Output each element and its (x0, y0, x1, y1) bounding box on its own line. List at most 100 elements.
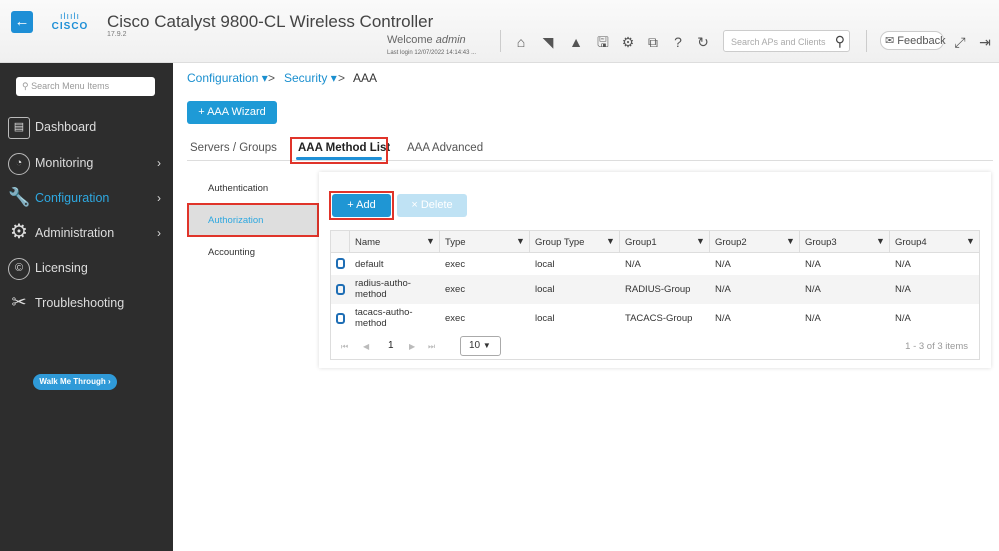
filter-icon[interactable]: ▼ (786, 236, 795, 246)
chevron-down-icon: ▼ (482, 341, 491, 350)
filter-icon[interactable]: ▼ (426, 236, 435, 246)
search-aps-input[interactable]: Search APs and Clients ⚲ (723, 30, 850, 52)
walk-me-through-button[interactable]: Walk Me Through › (33, 374, 117, 390)
column-divider (799, 231, 800, 253)
gear-icon[interactable]: ⚙ (620, 34, 636, 50)
filter-icon[interactable]: ▼ (696, 236, 705, 246)
back-button[interactable]: ← (11, 11, 33, 33)
chevron-right-icon: › (157, 226, 161, 240)
table-row[interactable]: tacacs-autho-method exec local TACACS-Gr… (331, 304, 979, 333)
license-icon: © (8, 258, 30, 280)
column-divider (349, 231, 350, 253)
welcome-prefix: Welcome (387, 34, 433, 46)
row-checkbox[interactable] (336, 258, 345, 269)
filter-icon[interactable]: ▼ (876, 236, 885, 246)
refresh-icon[interactable]: ↻ (695, 34, 711, 50)
table-row[interactable]: default exec local N/A N/A N/A N/A (331, 253, 979, 275)
sidebar: ⚲ Search Menu Items ▤ Dashboard ◔ Monito… (0, 63, 173, 551)
sidebar-item-monitoring[interactable]: ◔ Monitoring › (0, 149, 173, 179)
page-size-select[interactable]: 10 ▼ (460, 336, 501, 356)
tools-icon: ✂ (11, 292, 27, 312)
last-page-button[interactable]: ⏭ (428, 342, 435, 352)
row-checkbox[interactable] (336, 284, 345, 295)
app-title: Cisco Catalyst 9800-CL Wireless Controll… (107, 12, 434, 31)
cell-name: radius-autho-method (355, 278, 411, 300)
cell-name: default (355, 259, 384, 270)
highlight-box (329, 191, 394, 220)
column-divider (439, 231, 440, 253)
sidebar-item-troubleshooting[interactable]: ✂ Troubleshooting (0, 289, 173, 319)
table-row[interactable]: radius-autho-method exec local RADIUS-Gr… (331, 275, 979, 304)
highlight-box (290, 137, 388, 164)
aaa-wizard-button[interactable]: + AAA Wizard (187, 101, 277, 124)
first-page-button[interactable]: ⏮ (341, 342, 348, 352)
column-header-group1[interactable]: Group1 (625, 237, 657, 248)
cisco-logo: ılıılı CISCO (50, 12, 90, 36)
gauge-icon: ◔ (8, 153, 30, 175)
cell-group4: N/A (895, 284, 911, 295)
cell-group2: N/A (715, 313, 731, 324)
cell-group4: N/A (895, 313, 911, 324)
tab-aaa-advanced[interactable]: AAA Advanced (407, 142, 483, 154)
help-icon[interactable]: ? (670, 34, 686, 50)
column-header-name[interactable]: Name (355, 237, 380, 248)
item-count: 1 - 3 of 3 items (905, 341, 968, 352)
menu-search-input[interactable]: ⚲ Search Menu Items (16, 77, 155, 96)
cell-group1: N/A (625, 259, 641, 270)
sidebar-item-label: Troubleshooting (35, 296, 125, 310)
sidebar-item-label: Administration (35, 226, 115, 240)
breadcrumb-label: Configuration (187, 71, 259, 85)
filter-icon[interactable]: ▼ (966, 236, 975, 246)
breadcrumb-configuration[interactable]: Configuration ▾ (187, 71, 268, 85)
sidebar-item-licensing[interactable]: © Licensing (0, 254, 173, 284)
search-icon[interactable]: ⚲ (835, 33, 845, 50)
prev-page-button[interactable]: ◀ (363, 342, 369, 351)
subnav-accounting[interactable]: Accounting (208, 247, 255, 258)
column-header-group4[interactable]: Group4 (895, 237, 927, 248)
chevron-right-icon: › (157, 191, 161, 205)
tab-servers-groups[interactable]: Servers / Groups (190, 142, 277, 154)
cell-type: exec (445, 313, 466, 324)
cell-group-type: local (535, 313, 555, 324)
current-page[interactable]: 1 (388, 340, 394, 351)
feedback-button[interactable]: ✉ Feedback (880, 31, 946, 50)
breadcrumb-security[interactable]: Security ▾ (284, 71, 337, 85)
subnav-authentication[interactable]: Authentication (208, 183, 268, 194)
logout-icon[interactable]: ⇥ (977, 34, 993, 50)
wireless-icon[interactable]: ◥ (540, 34, 556, 50)
sidebar-item-label: Monitoring (35, 156, 94, 170)
cell-group1: RADIUS-Group (625, 284, 691, 295)
translate-icon[interactable]: ⧉ (645, 34, 661, 50)
sidebar-item-configuration[interactable]: 🔧 Configuration › (0, 184, 173, 214)
sidebar-item-administration[interactable]: ⚙ Administration › (0, 219, 173, 249)
cell-name-line1: tacacs-autho- (355, 307, 413, 318)
breadcrumb-aaa: AAA (353, 71, 378, 85)
column-header-group2[interactable]: Group2 (715, 237, 747, 248)
sidebar-item-dashboard[interactable]: ▤ Dashboard (0, 113, 173, 143)
cell-group2: N/A (715, 259, 731, 270)
home-icon[interactable]: ⌂ (513, 34, 529, 50)
delete-button[interactable]: × Delete (397, 194, 467, 217)
dashboard-icon: ▤ (8, 117, 30, 139)
column-header-group-type[interactable]: Group Type (535, 237, 584, 248)
cell-name-line1: radius-autho- (355, 278, 411, 289)
save-icon[interactable]: 🖫 (595, 34, 611, 50)
cell-group2: N/A (715, 284, 731, 295)
alert-icon[interactable]: ▲ (568, 34, 584, 50)
column-header-group3[interactable]: Group3 (805, 237, 837, 248)
last-login: Last login 12/07/2022 14:14:43 ... (387, 50, 477, 56)
filter-icon[interactable]: ▼ (516, 236, 525, 246)
column-divider (709, 231, 710, 253)
cell-group1: TACACS-Group (625, 313, 693, 324)
cell-group3: N/A (805, 313, 821, 324)
filter-icon[interactable]: ▼ (606, 236, 615, 246)
row-checkbox[interactable] (336, 313, 345, 324)
feedback-label: Feedback (897, 35, 946, 47)
next-page-button[interactable]: ▶ (409, 342, 415, 351)
column-header-type[interactable]: Type (445, 237, 466, 248)
sidebar-item-label: Licensing (35, 261, 88, 275)
top-header: ← ılıılı CISCO Cisco Catalyst 9800-CL Wi… (0, 0, 999, 63)
expand-icon[interactable]: ⤢ (952, 34, 968, 50)
method-list-table: Name ▼ Type ▼ Group Type ▼ Group1 ▼ Grou… (330, 230, 980, 360)
cell-group-type: local (535, 284, 555, 295)
